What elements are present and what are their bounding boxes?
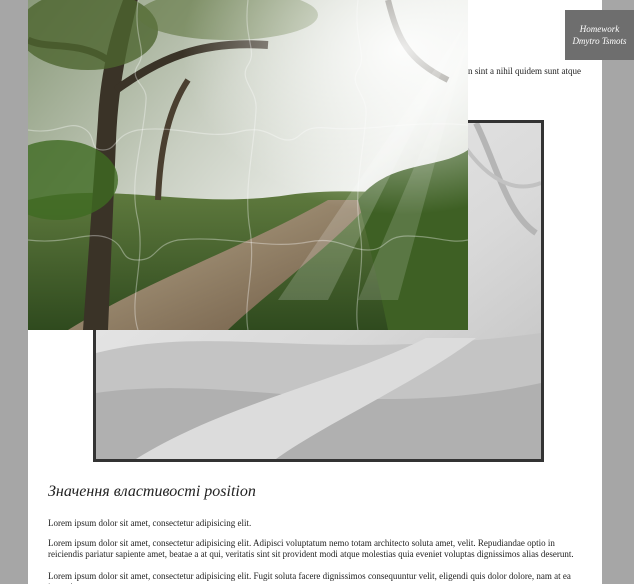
homework-badge: Homework Dmytro Tsmots	[565, 10, 634, 60]
badge-line-1: Homework	[579, 24, 620, 34]
paragraph-2: Lorem ipsum dolor sit amet, consectetur …	[48, 538, 574, 559]
forest-puzzle-image	[28, 0, 468, 330]
partially-hidden-text: n sint a nihil quidem sunt atque	[468, 66, 581, 76]
page-content: n sint a nihil quidem sunt atque Значенн…	[28, 0, 602, 584]
badge-line-2: Dmytro Tsmots	[572, 36, 627, 46]
paragraph-1: Lorem ipsum dolor sit amet, consectetur …	[48, 518, 252, 528]
section-heading: Значення властивості position	[48, 483, 256, 500]
paragraph-3: Lorem ipsum dolor sit amet, consectetur …	[48, 571, 571, 584]
